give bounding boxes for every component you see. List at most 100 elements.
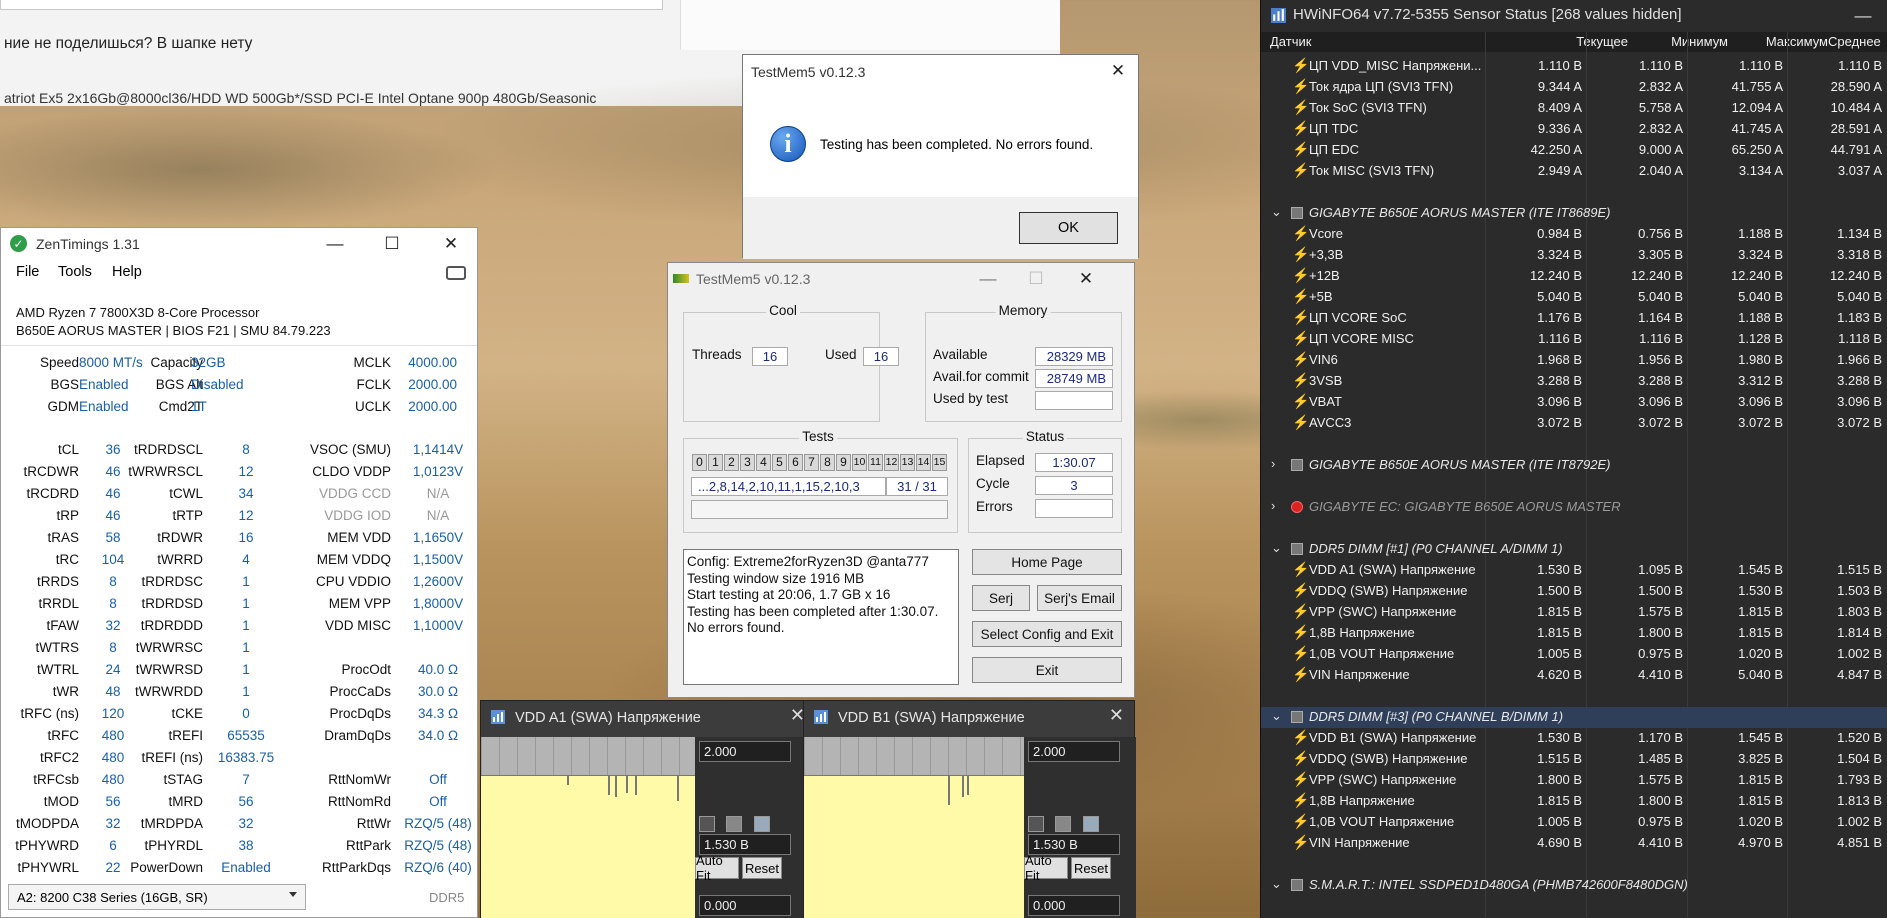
checkbox-3[interactable] [754,816,770,832]
sensor-row[interactable]: ⚡ VBAT 3.096 В 3.096 В 3.096 В 3.096 В [1261,392,1887,413]
graph-min-field[interactable]: 0.000 [1028,895,1120,916]
sensor-row[interactable]: ⚡ ЦП VCORE MISC 1.116 В 1.116 В 1.128 В 1.118… [1261,329,1887,350]
auto-fit-button[interactable]: Auto Fit [1024,853,1068,883]
maximize-button[interactable]: ☐ [370,228,414,260]
sensor-row[interactable]: ⚡ VDD A1 (SWA) Напряжение 1.530 В 1.095 В 1.… [1261,560,1887,581]
sensor-row[interactable]: ⚡ ЦП EDC 42.250 A 9.000 A 65.250 A 44.791 A [1261,140,1887,161]
sensor-row[interactable]: ⚡ Ток ядра ЦП (SVI3 TFN) 9.344 A 2.832 A 41.… [1261,77,1887,98]
sensor-row[interactable]: ⚡ 3VSB 3.288 В 3.288 В 3.312 В 3.288 В [1261,371,1887,392]
voltage-icon: ⚡ [1292,771,1310,787]
zentimings-titlebar[interactable]: ✓ ZenTimings 1.31 — ☐ ✕ [1,228,477,260]
sensor-row[interactable]: ⚡ +12В 12.240 В 12.240 В 12.240 В 12.240 В [1261,266,1887,287]
chevron-down-icon[interactable]: ⌄ [1271,708,1282,724]
sensor-row[interactable]: ⚡ 1,0В VOUT Напряжение 1.005 В 0.975 В 1.020… [1261,644,1887,665]
minimize-button[interactable]: — [1841,0,1885,32]
auto-fit-button[interactable]: Auto Fit [695,853,739,883]
log-output[interactable]: Config: Extreme2forRyzen3D @anta777 Test… [683,549,959,685]
dialog-titlebar[interactable]: TestMem5 v0.12.3 ✕ [743,55,1138,87]
threads-field[interactable]: 16 [752,347,788,366]
camera-icon[interactable] [446,266,466,280]
maximize-button[interactable]: ☐ [1014,263,1058,295]
minimize-button[interactable]: — [313,228,357,260]
close-button[interactable]: ✕ [429,228,473,260]
graph-plot [481,737,695,918]
board-info: B650E AORUS MASTER | BIOS F21 | SMU 84.7… [16,323,331,338]
checkbox-2[interactable] [726,816,742,832]
available-field[interactable]: 28329 MB [1035,347,1113,366]
chevron-right-icon[interactable]: › [1271,498,1275,513]
reset-button[interactable]: Reset [742,857,782,879]
sensor-group[interactable]: ⌄ S.M.A.R.T.: INTEL SSDPED1D480GA (PHMB74… [1261,875,1887,896]
sensor-row[interactable]: ⚡ AVCC3 3.072 В 3.072 В 3.072 В 3.072 В [1261,413,1887,434]
sensor-group[interactable]: › GIGABYTE EC: GIGABYTE B650E AORUS MASTE… [1261,497,1887,518]
graph-max-field[interactable]: 2.000 [1028,741,1120,762]
sensor-row[interactable]: ⚡ 1,8В Напряжение 1.815 В 1.800 В 1.815 В 1.8… [1261,791,1887,812]
exit-button[interactable]: Exit [972,657,1122,683]
minimize-button[interactable]: — [966,263,1010,295]
voltage-icon: ⚡ [1292,792,1310,808]
menu-help[interactable]: Help [112,264,142,280]
commit-field[interactable]: 28749 MB [1035,369,1113,388]
sensor-row[interactable]: ⚡ Ток SoC (SVI3 TFN) 8.409 A 5.758 A 12.094 … [1261,98,1887,119]
col-sensor[interactable]: Датчик [1270,34,1311,49]
sensor-current: 3.324 В [1537,247,1582,262]
sensor-row[interactable]: ⚡ ЦП VDD_MISC Напряжени... 1.110 В 1.110 В1… [1261,56,1887,77]
sensor-row[interactable]: ⚡ Ток MISC (SVI3 TFN) 2.949 A 2.040 A 3.134 … [1261,161,1887,182]
dialog-close-button[interactable]: ✕ [1096,55,1140,87]
sensor-row[interactable]: ⚡ VDDQ (SWB) Напряжение 1.500 В 1.500 В 1.53… [1261,581,1887,602]
used-field[interactable]: 16 [863,347,899,366]
checkbox-1[interactable] [1028,816,1044,832]
sensor-min: 1.164 В [1638,310,1683,325]
sensor-row[interactable]: ⚡ +3,3В 3.324 В 3.305 В 3.324 В 3.318 В [1261,245,1887,266]
sensor-row[interactable]: ⚡ +5В 5.040 В 5.040 В 5.040 В 5.040 В [1261,287,1887,308]
chevron-down-icon[interactable]: ⌄ [1271,540,1282,556]
checkbox-2[interactable] [1055,816,1071,832]
graph-current-field[interactable]: 1.530 В [699,834,791,855]
sensor-group[interactable]: ⌄ DDR5 DIMM [#1] (P0 CHANNEL A/DIMM 1) [1261,539,1887,560]
sensor-row[interactable]: ⚡ VIN Напряжение 4.620 В 4.410 В 5.040 В 4.84… [1261,665,1887,686]
memory-profile-select[interactable]: A2: 8200 C38 Series (16GB, SR) [8,884,306,910]
sensor-row[interactable]: ⚡ Vcore 0.984 В 0.756 В 1.188 В 1.134 В [1261,224,1887,245]
graph-min-field[interactable]: 0.000 [699,895,791,916]
sensor-avg: 28.591 A [1830,121,1882,136]
graph-close-button[interactable]: ✕ [1109,705,1124,726]
reset-button[interactable]: Reset [1071,857,1111,879]
ok-button[interactable]: OK [1019,212,1118,244]
test-box-1: 1 [708,454,723,471]
sensor-row[interactable]: ⚡ ЦП TDC 9.336 A 2.832 A 41.745 A 28.591 A [1261,119,1887,140]
chevron-down-icon[interactable]: ⌄ [1271,204,1282,220]
graph-current-field[interactable]: 1.530 В [1028,834,1120,855]
sensor-row[interactable]: ⚡ ЦП VCORE SoC 1.176 В 1.164 В 1.188 В 1.183 … [1261,308,1887,329]
sensor-row[interactable]: ⚡ VIN6 1.968 В 1.956 В 1.980 В 1.966 В [1261,350,1887,371]
sensor-group[interactable]: › GIGABYTE B650E AORUS MASTER (ITE IT8792… [1261,455,1887,476]
testmem-titlebar[interactable]: TestMem5 v0.12.3 — ☐ ✕ [668,263,1134,293]
chevron-down-icon[interactable]: ⌄ [1271,876,1282,892]
serj-button[interactable]: Serj [972,585,1030,611]
sensor-row[interactable]: ⚡ VPP (SWC) Напряжение 1.800 В 1.575 В 1.815… [1261,770,1887,791]
sensor-row[interactable]: ⚡ VDD B1 (SWA) Напряжение 1.530 В 1.170 В 1.… [1261,728,1887,749]
col-max[interactable]: Максимум [1728,34,1828,49]
select-config-button[interactable]: Select Config and Exit [972,621,1122,647]
col-min[interactable]: Минимум [1628,34,1728,49]
col-current[interactable]: Текущее [1525,34,1628,49]
sensor-row[interactable]: ⚡ VDDQ (SWB) Напряжение 1.515 В 1.485 В 3.82… [1261,749,1887,770]
menu-file[interactable]: File [16,264,39,280]
checkbox-3[interactable] [1083,816,1099,832]
sensor-row[interactable]: ⚡ VPP (SWC) Напряжение 1.815 В 1.575 В 1.815… [1261,602,1887,623]
menu-tools[interactable]: Tools [58,264,92,280]
usedby-field[interactable] [1035,391,1113,410]
close-button[interactable]: ✕ [1064,263,1108,295]
sensor-row[interactable]: ⚡ VIN Напряжение 4.690 В 4.410 В 4.970 В 4.85… [1261,833,1887,854]
checkbox-1[interactable] [699,816,715,832]
chevron-right-icon[interactable]: › [1271,456,1275,471]
sensor-group[interactable]: ⌄ DDR5 DIMM [#3] (P0 CHANNEL B/DIMM 1) [1261,707,1887,728]
sensor-row[interactable]: ⚡ 1,0В VOUT Напряжение 1.005 В 0.975 В 1.020… [1261,812,1887,833]
sensor-group[interactable]: ⌄ GIGABYTE B650E AORUS MASTER (ITE IT8689… [1261,203,1887,224]
home-page-button[interactable]: Home Page [972,549,1122,575]
col-avg[interactable]: Среднее [1828,34,1881,49]
forum-textbox[interactable] [0,0,663,10]
test-box-8: 8 [820,454,835,471]
graph-max-field[interactable]: 2.000 [699,741,791,762]
serj-email-button[interactable]: Serj's Email [1037,585,1122,611]
sensor-row[interactable]: ⚡ 1,8В Напряжение 1.815 В 1.800 В 1.815 В 1.8… [1261,623,1887,644]
